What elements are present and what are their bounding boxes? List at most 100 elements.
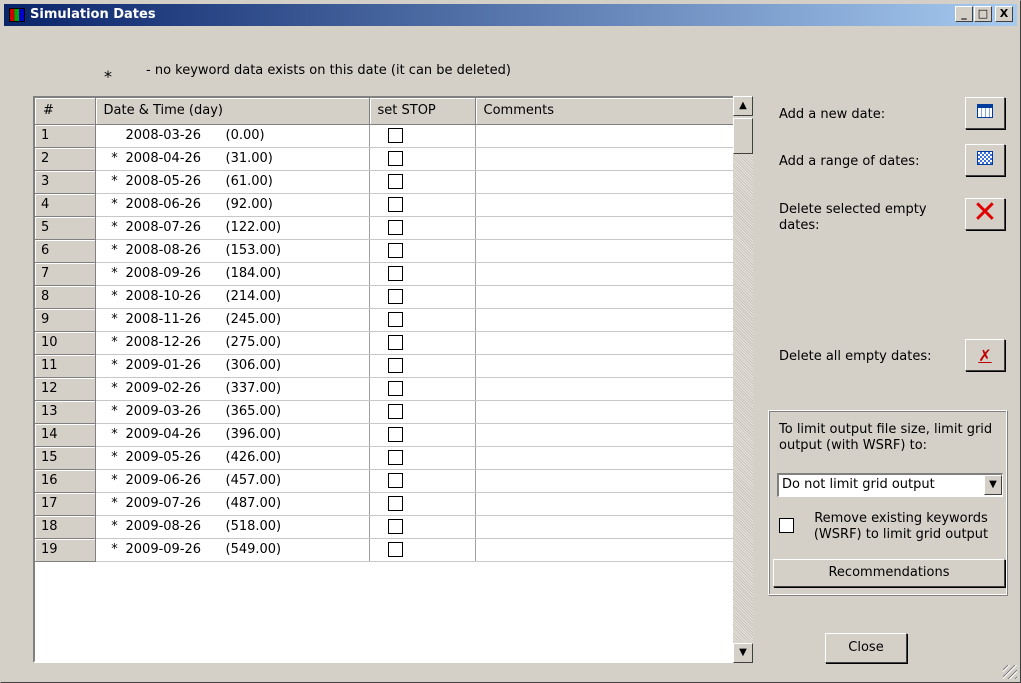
resize-grip[interactable] [1003, 665, 1017, 679]
set-stop-checkbox[interactable] [387, 128, 403, 143]
date-cell[interactable]: * 2009-04-26 (396.00) [95, 423, 370, 447]
table-row[interactable]: 16 * 2009-06-26 (457.00) [35, 469, 734, 493]
table-row[interactable]: 3 * 2008-05-26 (61.00) [35, 170, 734, 194]
set-stop-checkbox[interactable] [387, 381, 403, 396]
date-cell[interactable]: * 2008-12-26 (275.00) [95, 331, 370, 355]
table-row[interactable]: 10 * 2008-12-26 (275.00) [35, 331, 734, 355]
minimize-button[interactable]: _ [955, 6, 973, 22]
table-row[interactable]: 19 * 2009-09-26 (549.00) [35, 538, 734, 562]
set-stop-checkbox[interactable] [387, 312, 403, 327]
row-number[interactable]: 8 [35, 285, 96, 309]
table-row[interactable]: 15 * 2009-05-26 (426.00) [35, 446, 734, 470]
comments-cell[interactable] [475, 216, 734, 240]
table-row[interactable]: 12 * 2009-02-26 (337.00) [35, 377, 734, 401]
column-header[interactable]: # [35, 98, 96, 125]
scroll-up-button[interactable]: ▲ [733, 96, 753, 116]
table-row[interactable]: 13 * 2009-03-26 (365.00) [35, 400, 734, 424]
table-row[interactable]: 4 * 2008-06-26 (92.00) [35, 193, 734, 217]
set-stop-checkbox[interactable] [387, 335, 403, 350]
comments-cell[interactable] [475, 515, 734, 539]
vertical-scrollbar[interactable]: ▲ ▼ [733, 96, 753, 663]
table-row[interactable]: 6 * 2008-08-26 (153.00) [35, 239, 734, 263]
row-number[interactable]: 3 [35, 170, 96, 194]
set-stop-checkbox[interactable] [387, 243, 403, 258]
comments-cell[interactable] [475, 446, 734, 470]
column-header[interactable]: set STOP [369, 98, 476, 125]
table-row[interactable]: 8 * 2008-10-26 (214.00) [35, 285, 734, 309]
row-number[interactable]: 2 [35, 147, 96, 171]
date-cell[interactable]: * 2009-03-26 (365.00) [95, 400, 370, 424]
comments-cell[interactable] [475, 239, 734, 263]
table-row[interactable]: 2 * 2008-04-26 (31.00) [35, 147, 734, 171]
set-stop-checkbox[interactable] [387, 519, 403, 534]
table-row[interactable]: 14 * 2009-04-26 (396.00) [35, 423, 734, 447]
comments-cell[interactable] [475, 469, 734, 493]
title-bar[interactable]: Simulation Dates _ □ X [4, 4, 1017, 26]
table-row[interactable]: 11 * 2009-01-26 (306.00) [35, 354, 734, 378]
comments-cell[interactable] [475, 377, 734, 401]
date-cell[interactable]: * 2009-05-26 (426.00) [95, 446, 370, 470]
row-number[interactable]: 16 [35, 469, 96, 493]
table-row[interactable]: 18 * 2009-08-26 (518.00) [35, 515, 734, 539]
date-cell[interactable]: * 2009-06-26 (457.00) [95, 469, 370, 493]
set-stop-checkbox[interactable] [387, 358, 403, 373]
close-window-button[interactable]: X [995, 6, 1013, 22]
column-header[interactable]: Date & Time (day) [95, 98, 370, 125]
row-number[interactable]: 10 [35, 331, 96, 355]
date-cell[interactable]: * 2008-11-26 (245.00) [95, 308, 370, 332]
comments-cell[interactable] [475, 400, 734, 424]
set-stop-checkbox[interactable] [387, 473, 403, 488]
row-number[interactable]: 19 [35, 538, 96, 562]
date-cell[interactable]: * 2008-04-26 (31.00) [95, 147, 370, 171]
row-number[interactable]: 5 [35, 216, 96, 240]
scroll-down-button[interactable]: ▼ [733, 643, 753, 663]
recommendations-button[interactable]: Recommendations [773, 559, 1005, 587]
table-row[interactable]: 7 * 2008-09-26 (184.00) [35, 262, 734, 286]
row-number[interactable]: 15 [35, 446, 96, 470]
date-cell[interactable]: * 2008-09-26 (184.00) [95, 262, 370, 286]
date-cell[interactable]: * 2008-06-26 (92.00) [95, 193, 370, 217]
maximize-button[interactable]: □ [974, 6, 992, 22]
set-stop-checkbox[interactable] [387, 542, 403, 557]
set-stop-checkbox[interactable] [387, 151, 403, 166]
comments-cell[interactable] [475, 285, 734, 309]
row-number[interactable]: 18 [35, 515, 96, 539]
comments-cell[interactable] [475, 193, 734, 217]
date-cell[interactable]: * 2008-08-26 (153.00) [95, 239, 370, 263]
comments-cell[interactable] [475, 354, 734, 378]
comments-cell[interactable] [475, 262, 734, 286]
delete-selected-button[interactable]: ✕ [965, 198, 1005, 230]
row-number[interactable]: 6 [35, 239, 96, 263]
row-number[interactable]: 17 [35, 492, 96, 516]
set-stop-checkbox[interactable] [387, 427, 403, 442]
row-number[interactable]: 11 [35, 354, 96, 378]
column-header[interactable]: Comments [475, 98, 734, 125]
date-cell[interactable]: * 2009-08-26 (518.00) [95, 515, 370, 539]
chevron-down-icon[interactable]: ▼ [984, 475, 1002, 495]
comments-cell[interactable] [475, 331, 734, 355]
date-cell[interactable]: * 2009-02-26 (337.00) [95, 377, 370, 401]
comments-cell[interactable] [475, 538, 734, 562]
row-number[interactable]: 12 [35, 377, 96, 401]
date-cell[interactable]: 2008-03-26 (0.00) [95, 124, 370, 148]
comments-cell[interactable] [475, 124, 734, 148]
date-cell[interactable]: * 2009-09-26 (549.00) [95, 538, 370, 562]
comments-cell[interactable] [475, 308, 734, 332]
set-stop-checkbox[interactable] [387, 220, 403, 235]
close-button[interactable]: Close [825, 633, 907, 663]
row-number[interactable]: 7 [35, 262, 96, 286]
set-stop-checkbox[interactable] [387, 266, 403, 281]
row-number[interactable]: 4 [35, 193, 96, 217]
grid-output-limit-select[interactable]: Do not limit grid output ▼ [777, 473, 1003, 497]
comments-cell[interactable] [475, 170, 734, 194]
table-row[interactable]: 1 2008-03-26 (0.00) [35, 124, 734, 148]
date-cell[interactable]: * 2009-01-26 (306.00) [95, 354, 370, 378]
set-stop-checkbox[interactable] [387, 197, 403, 212]
set-stop-checkbox[interactable] [387, 174, 403, 189]
table-row[interactable]: 5 * 2008-07-26 (122.00) [35, 216, 734, 240]
table-row[interactable]: 9 * 2008-11-26 (245.00) [35, 308, 734, 332]
row-number[interactable]: 9 [35, 308, 96, 332]
date-cell[interactable]: * 2009-07-26 (487.00) [95, 492, 370, 516]
row-number[interactable]: 13 [35, 400, 96, 424]
date-cell[interactable]: * 2008-07-26 (122.00) [95, 216, 370, 240]
